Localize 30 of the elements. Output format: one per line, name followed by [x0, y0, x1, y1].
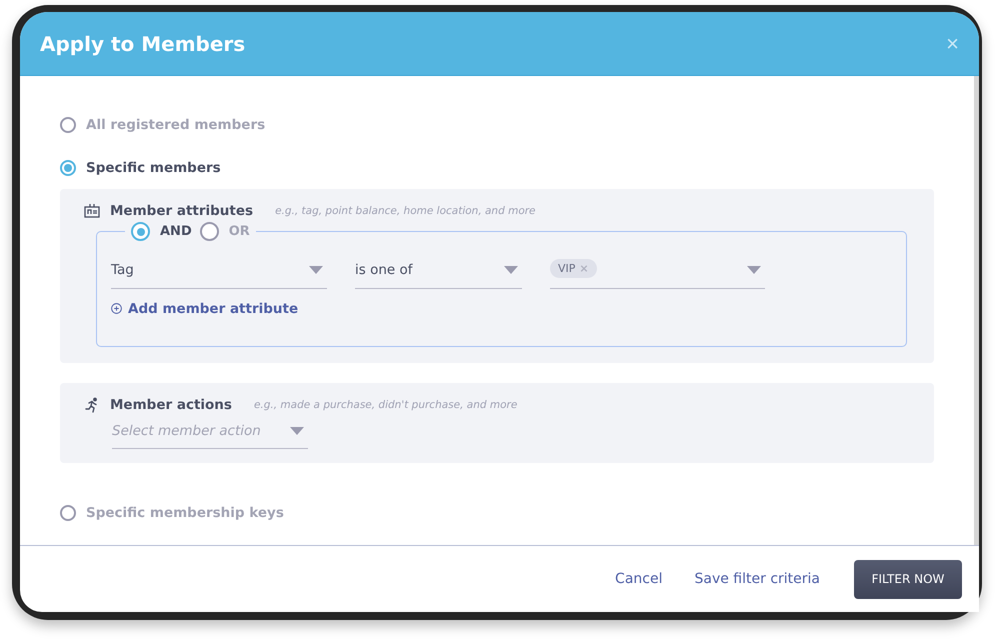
- caret-icon: [504, 266, 518, 274]
- tag-chip: VIP ×: [550, 259, 597, 278]
- section-title: Member actions: [110, 397, 232, 413]
- cancel-link[interactable]: Cancel: [615, 571, 662, 587]
- field-select[interactable]: Tag: [111, 252, 327, 288]
- radio-button[interactable]: [60, 160, 76, 176]
- caret-icon: [309, 266, 323, 274]
- radio-button[interactable]: [200, 222, 219, 241]
- plus-circle-icon: [111, 303, 122, 314]
- id-card-icon: [84, 202, 100, 218]
- radio-label: AND: [160, 224, 192, 239]
- caret-icon: [290, 426, 304, 434]
- hint-text: e.g., made a purchase, didn't purchase, and more: [254, 399, 518, 411]
- add-attribute-link[interactable]: Add member attribute: [111, 300, 298, 316]
- operator-select[interactable]: is one of: [355, 252, 522, 288]
- radio-button[interactable]: [60, 117, 76, 134]
- radio-label: Specific membership keys: [86, 505, 284, 521]
- save-criteria-link[interactable]: Save filter criteria: [694, 571, 820, 587]
- radio-button[interactable]: [60, 505, 76, 521]
- radio-button[interactable]: [131, 222, 150, 241]
- section-title: Member attributes: [110, 202, 254, 218]
- caret-icon: [747, 266, 761, 274]
- hint-text: e.g., tag, point balance, home location, and more: [275, 204, 536, 216]
- radio-label: Specific members: [86, 160, 221, 176]
- radio-label: All registered members: [86, 117, 266, 134]
- value-select[interactable]: VIP ×: [550, 252, 765, 288]
- dialog-title: Apply to Members: [40, 32, 246, 56]
- running-person-icon: [84, 397, 100, 413]
- filter-now-button[interactable]: FILTER NOW: [854, 560, 962, 598]
- radio-label: OR: [228, 224, 250, 239]
